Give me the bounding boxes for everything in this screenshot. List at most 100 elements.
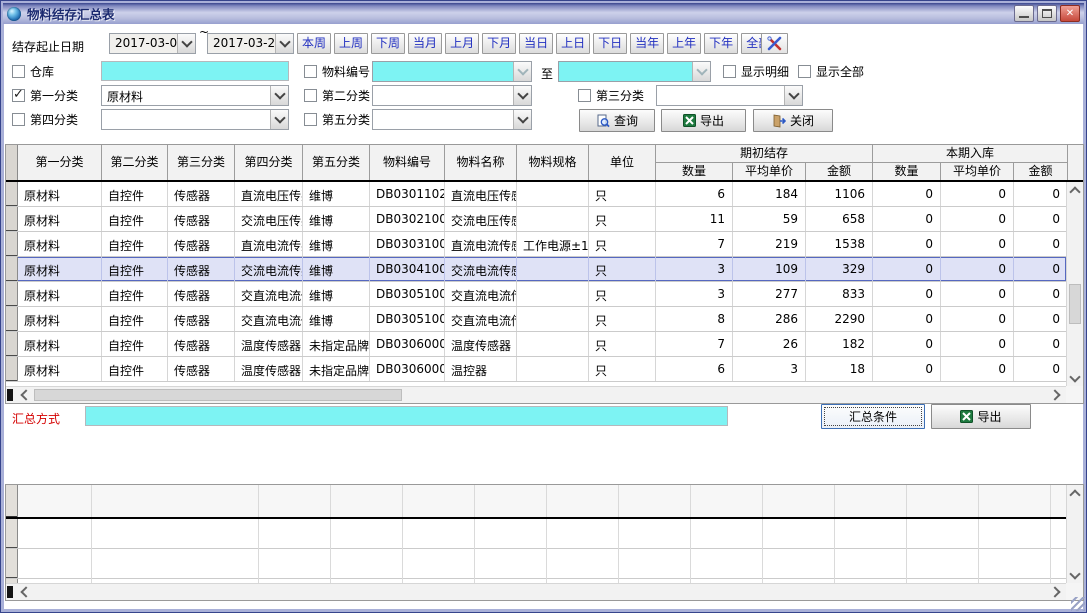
summary-grid-horizontal-scrollbar[interactable] <box>6 583 1066 600</box>
column-header-sub[interactable]: 金额 <box>1014 163 1068 180</box>
date-from-dropdown-button[interactable] <box>177 34 195 53</box>
summary-export-button[interactable]: 导出 <box>931 404 1031 429</box>
show-all-checkbox[interactable]: 显示全部 <box>798 64 864 79</box>
row-selector[interactable] <box>6 307 18 331</box>
range-button-6[interactable]: 下月 <box>482 33 516 54</box>
column-header-6[interactable]: 物料编号 <box>370 145 445 180</box>
material-no-checkbox[interactable]: 物料编号 <box>304 64 370 79</box>
table-row[interactable]: 原材料自控件传感器交直流电流传感维博DB0305100交直流电流传感只82862… <box>6 307 1066 332</box>
column-header-sub[interactable]: 金额 <box>806 163 873 180</box>
date-to-combobox[interactable]: 2017-03-23 <box>207 33 294 54</box>
category2-dropdown-button[interactable] <box>513 86 531 105</box>
category2-combobox[interactable] <box>372 85 532 106</box>
row-selector[interactable] <box>6 282 18 306</box>
category1-combobox[interactable]: 原材料 <box>101 85 289 106</box>
column-header-4[interactable]: 第四分类 <box>235 145 303 180</box>
table-row[interactable]: 原材料自控件传感器直流电流传感维博DB0303100直流电流传感工作电源±15只… <box>6 232 1066 257</box>
row-selector[interactable] <box>6 207 18 231</box>
range-button-4[interactable]: 当月 <box>408 33 442 54</box>
range-button-7[interactable]: 当日 <box>519 33 553 54</box>
table-row[interactable]: 原材料自控件传感器交流电流传感维博DB0304100交流电流传感只3109329… <box>6 257 1066 282</box>
scroll-down-button[interactable] <box>1067 567 1083 583</box>
cell: 自控件 <box>102 232 168 256</box>
scroll-left-button[interactable] <box>16 387 32 403</box>
category5-dropdown-button[interactable] <box>513 110 531 129</box>
minimize-button[interactable] <box>1014 5 1034 22</box>
range-button-8[interactable]: 上日 <box>556 33 590 54</box>
scroll-up-button[interactable] <box>1067 485 1083 501</box>
column-header-3[interactable]: 第三分类 <box>168 145 235 180</box>
summary-mode-input[interactable] <box>85 406 728 426</box>
warehouse-input[interactable] <box>101 61 289 81</box>
range-button-11[interactable]: 上年 <box>667 33 701 54</box>
column-header-sub[interactable]: 数量 <box>656 163 733 180</box>
material-no-to-combobox[interactable] <box>558 61 711 82</box>
column-header-5[interactable]: 第五分类 <box>303 145 370 180</box>
summary-condition-button[interactable]: 汇总条件 <box>821 404 925 429</box>
table-row[interactable]: 原材料自控件传感器交流电压传感维博DB0302100交流电压传感只1159658… <box>6 207 1066 232</box>
column-header-7[interactable]: 物料名称 <box>445 145 517 180</box>
table-row[interactable]: 原材料自控件传感器温度传感器未指定品牌DB0306000温控器只6318000 <box>6 357 1066 382</box>
scroll-up-button[interactable] <box>1067 182 1083 198</box>
category1-checkbox[interactable]: 第一分类 <box>12 88 78 103</box>
row-selector[interactable] <box>6 357 18 381</box>
close-window-button[interactable] <box>1060 5 1080 22</box>
column-header-sub[interactable]: 数量 <box>873 163 941 180</box>
range-button-1[interactable]: 本周 <box>297 33 331 54</box>
window-resize-grip[interactable] <box>1071 597 1085 611</box>
main-grid-horizontal-scrollbar[interactable] <box>6 386 1066 403</box>
category5-checkbox[interactable]: 第五分类 <box>304 112 370 127</box>
scroll-left-button[interactable] <box>16 584 32 600</box>
range-button-9[interactable]: 下日 <box>593 33 627 54</box>
date-to-dropdown-button[interactable] <box>275 34 293 53</box>
row-selector[interactable] <box>6 182 18 206</box>
summary-grid-vertical-scrollbar[interactable] <box>1066 485 1083 583</box>
close-button[interactable]: 关闭 <box>753 109 833 132</box>
table-row[interactable]: 原材料自控件传感器温度传感器未指定品牌DB0306000温度传感器只726182… <box>6 332 1066 357</box>
row-selector[interactable] <box>6 232 18 256</box>
empty-cell <box>1051 519 1066 549</box>
material-no-from-combobox[interactable] <box>372 61 532 82</box>
category3-combobox[interactable] <box>656 85 803 106</box>
export-button[interactable]: 导出 <box>661 109 746 132</box>
category4-checkbox[interactable]: 第四分类 <box>12 112 78 127</box>
category3-checkbox[interactable]: 第三分类 <box>578 88 644 103</box>
row-selector[interactable] <box>6 257 18 281</box>
column-header-8[interactable]: 物料规格 <box>517 145 589 180</box>
range-button-2[interactable]: 上周 <box>334 33 368 54</box>
scroll-right-button[interactable] <box>1048 584 1064 600</box>
pane-splitter-handle[interactable] <box>7 586 13 598</box>
tools-button[interactable] <box>761 33 788 54</box>
date-from-combobox[interactable]: 2017-03-01 <box>109 33 196 54</box>
row-selector[interactable] <box>6 332 18 356</box>
range-button-5[interactable]: 上月 <box>445 33 479 54</box>
show-detail-checkbox[interactable]: 显示明细 <box>723 64 789 79</box>
column-header-9[interactable]: 单位 <box>589 145 656 180</box>
query-button[interactable]: 查询 <box>579 109 655 132</box>
category4-combobox[interactable] <box>101 109 289 130</box>
vertical-scroll-thumb[interactable] <box>1069 284 1081 324</box>
main-grid-vertical-scrollbar[interactable] <box>1066 182 1083 386</box>
category5-combobox[interactable] <box>372 109 532 130</box>
column-header-1[interactable]: 第一分类 <box>18 145 102 180</box>
maximize-button[interactable] <box>1037 5 1057 22</box>
table-row[interactable]: 原材料自控件传感器直流电压传感维博DB0301102直流电压传感只6184110… <box>6 182 1066 207</box>
column-header-sub[interactable]: 平均单价 <box>733 163 806 180</box>
range-button-10[interactable]: 当年 <box>630 33 664 54</box>
horizontal-scroll-thumb[interactable] <box>34 389 402 401</box>
warehouse-checkbox[interactable]: 仓库 <box>12 64 54 79</box>
range-button-12[interactable]: 下年 <box>704 33 738 54</box>
category4-dropdown-button[interactable] <box>270 110 288 129</box>
column-header-2[interactable]: 第二分类 <box>102 145 168 180</box>
category1-dropdown-button[interactable] <box>270 86 288 105</box>
material-no-from-dropdown-button[interactable] <box>513 62 531 81</box>
category2-checkbox[interactable]: 第二分类 <box>304 88 370 103</box>
column-header-sub[interactable]: 平均单价 <box>941 163 1014 180</box>
scroll-down-button[interactable] <box>1067 370 1083 386</box>
table-row[interactable]: 原材料自控件传感器交直流电流传感维博DB0305100交直流电流传感只32778… <box>6 282 1066 307</box>
scroll-right-button[interactable] <box>1048 387 1064 403</box>
range-button-3[interactable]: 下周 <box>371 33 405 54</box>
category3-dropdown-button[interactable] <box>784 86 802 105</box>
pane-splitter-handle[interactable] <box>7 389 13 401</box>
material-no-to-dropdown-button[interactable] <box>692 62 710 81</box>
